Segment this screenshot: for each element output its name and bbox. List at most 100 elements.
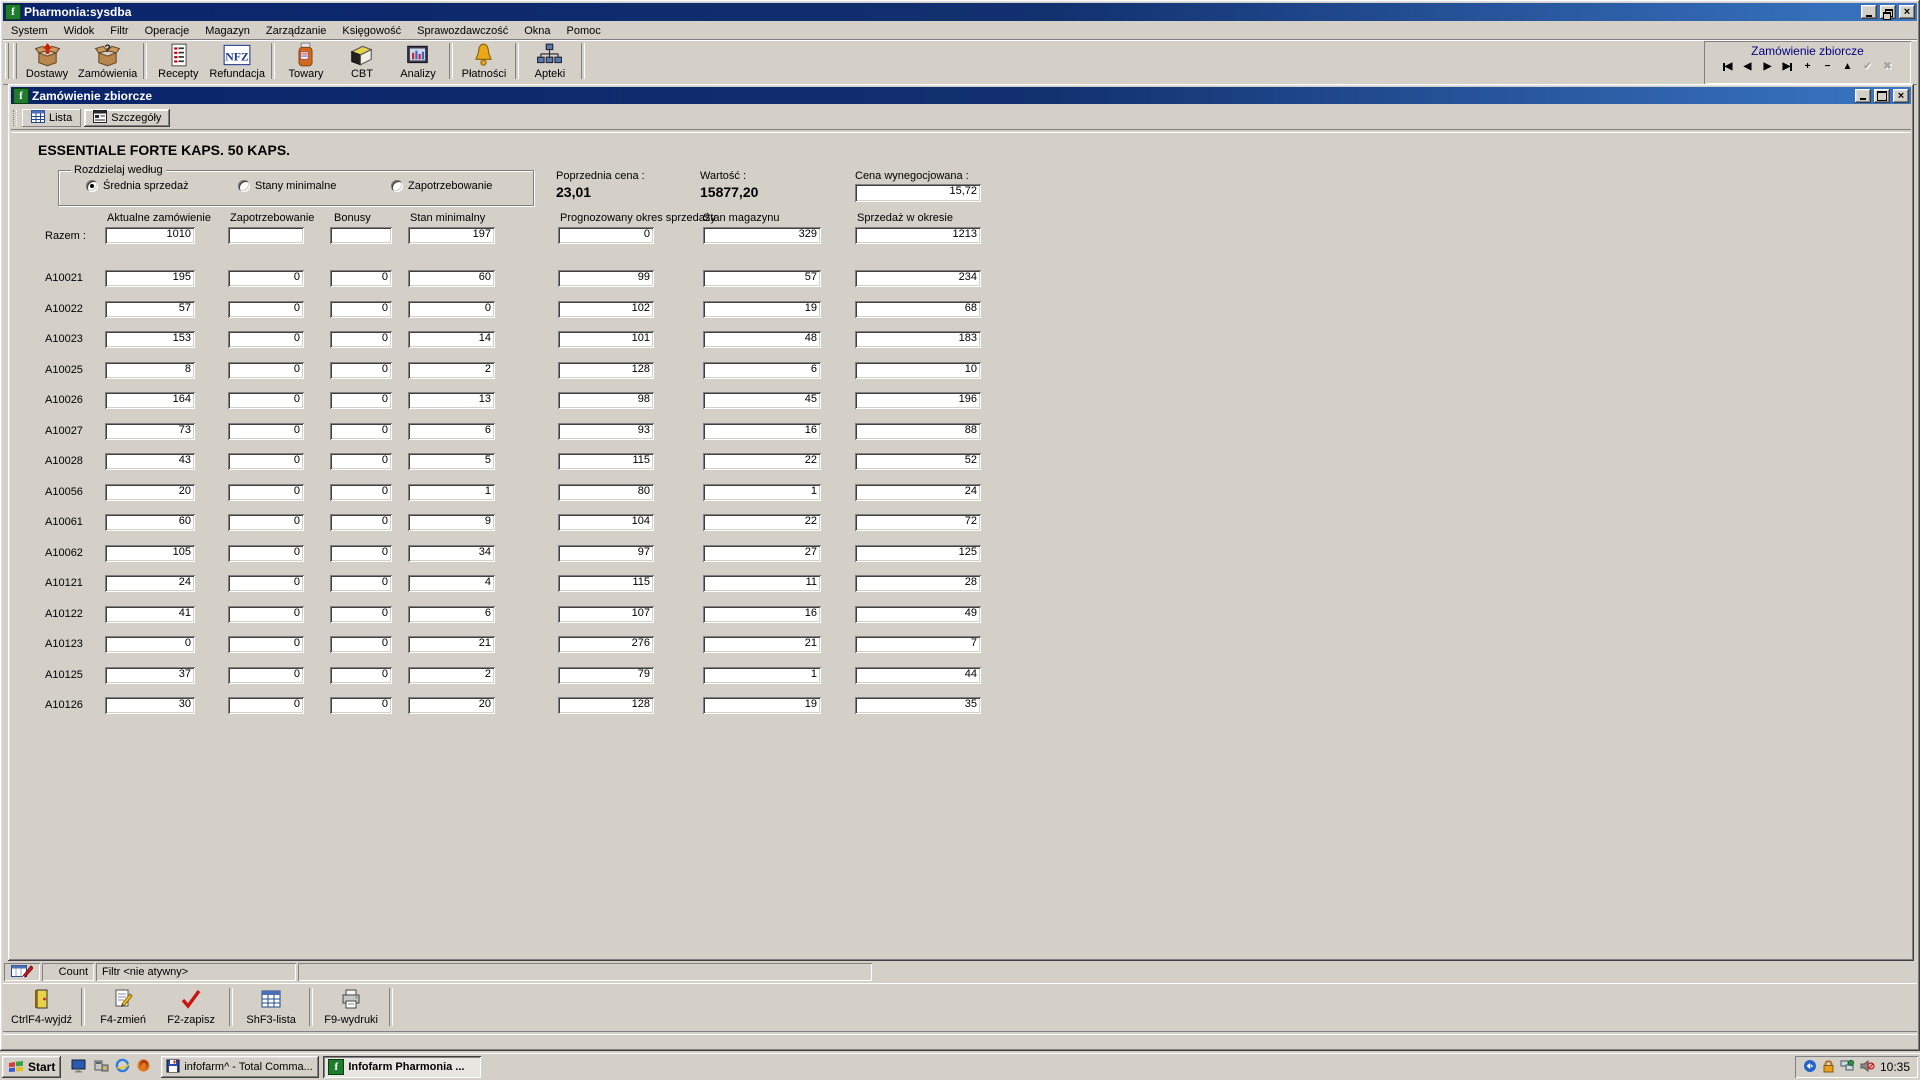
close-button[interactable]: × bbox=[1899, 5, 1915, 19]
cell-zapotrzebowanie[interactable]: 0 bbox=[228, 453, 304, 470]
cell-aktualne-zamowienie[interactable]: 60 bbox=[105, 514, 195, 531]
total-stan-magazynu[interactable]: 329 bbox=[703, 227, 821, 244]
cell-bonusy[interactable]: 0 bbox=[330, 514, 392, 531]
cell-stan-magazynu[interactable]: 16 bbox=[703, 606, 821, 623]
nav-post-button[interactable]: ✔ bbox=[1860, 60, 1876, 73]
cell-stan-magazynu[interactable]: 11 bbox=[703, 575, 821, 592]
cell-sprzedaz-w-okresie[interactable]: 72 bbox=[855, 514, 981, 531]
cell-prognozowany-okres[interactable]: 101 bbox=[558, 331, 654, 348]
cell-stan-magazynu[interactable]: 48 bbox=[703, 331, 821, 348]
cell-sprzedaz-w-okresie[interactable]: 44 bbox=[855, 667, 981, 684]
cell-stan-minimalny[interactable]: 6 bbox=[408, 606, 495, 623]
cell-aktualne-zamowienie[interactable]: 8 bbox=[105, 362, 195, 379]
cell-bonusy[interactable]: 0 bbox=[330, 697, 392, 714]
cell-prognozowany-okres[interactable]: 99 bbox=[558, 270, 654, 287]
menu-magazyn[interactable]: Magazyn bbox=[197, 23, 258, 39]
nav-next-button[interactable]: ▶ bbox=[1760, 60, 1776, 73]
toolbar-button-dostawy[interactable]: Dostawy bbox=[19, 42, 75, 81]
cell-bonusy[interactable]: 0 bbox=[330, 606, 392, 623]
cell-sprzedaz-w-okresie[interactable]: 52 bbox=[855, 453, 981, 470]
cell-prognozowany-okres[interactable]: 98 bbox=[558, 392, 654, 409]
cell-sprzedaz-w-okresie[interactable]: 125 bbox=[855, 545, 981, 562]
cell-bonusy[interactable]: 0 bbox=[330, 270, 392, 287]
nav-last-button[interactable]: ▶ bbox=[1780, 60, 1796, 73]
cell-bonusy[interactable]: 0 bbox=[330, 545, 392, 562]
cell-bonusy[interactable]: 0 bbox=[330, 331, 392, 348]
cell-prognozowany-okres[interactable]: 104 bbox=[558, 514, 654, 531]
cell-sprzedaz-w-okresie[interactable]: 35 bbox=[855, 697, 981, 714]
cell-zapotrzebowanie[interactable]: 0 bbox=[228, 697, 304, 714]
cell-prognozowany-okres[interactable]: 115 bbox=[558, 453, 654, 470]
cell-sprzedaz-w-okresie[interactable]: 88 bbox=[855, 423, 981, 440]
network-status-icon[interactable] bbox=[1840, 1059, 1855, 1076]
cell-stan-magazynu[interactable]: 1 bbox=[703, 484, 821, 501]
ie-icon[interactable] bbox=[115, 1058, 130, 1076]
cell-aktualne-zamowienie[interactable]: 43 bbox=[105, 453, 195, 470]
cell-stan-magazynu[interactable]: 22 bbox=[703, 514, 821, 531]
cell-stan-minimalny[interactable]: 34 bbox=[408, 545, 495, 562]
cell-stan-magazynu[interactable]: 57 bbox=[703, 270, 821, 287]
cell-stan-magazynu[interactable]: 6 bbox=[703, 362, 821, 379]
cell-stan-minimalny[interactable]: 2 bbox=[408, 362, 495, 379]
cell-bonusy[interactable]: 0 bbox=[330, 453, 392, 470]
child-maximize-button[interactable] bbox=[1874, 89, 1890, 103]
cell-zapotrzebowanie[interactable]: 0 bbox=[228, 606, 304, 623]
toolbar-button-analizy[interactable]: Analizy bbox=[390, 42, 446, 81]
menu-widok[interactable]: Widok bbox=[56, 23, 103, 39]
cell-zapotrzebowanie[interactable]: 0 bbox=[228, 270, 304, 287]
radio-srednia-sprzedaz[interactable]: Średnia sprzedaż bbox=[86, 180, 189, 192]
cell-aktualne-zamowienie[interactable]: 105 bbox=[105, 545, 195, 562]
cell-sprzedaz-w-okresie[interactable]: 183 bbox=[855, 331, 981, 348]
cell-zapotrzebowanie[interactable]: 0 bbox=[228, 331, 304, 348]
menu-zarzadzanie[interactable]: Zarządzanie bbox=[258, 23, 335, 39]
cell-stan-magazynu[interactable]: 1 bbox=[703, 667, 821, 684]
nav-cancel-button[interactable]: ✖ bbox=[1880, 60, 1896, 73]
cell-sprzedaz-w-okresie[interactable]: 28 bbox=[855, 575, 981, 592]
cell-bonusy[interactable]: 0 bbox=[330, 301, 392, 318]
cell-aktualne-zamowienie[interactable]: 164 bbox=[105, 392, 195, 409]
total-stan-minimalny[interactable]: 197 bbox=[408, 227, 495, 244]
nav-first-button[interactable]: ◀ bbox=[1720, 60, 1736, 73]
cell-prognozowany-okres[interactable]: 93 bbox=[558, 423, 654, 440]
lock-icon[interactable] bbox=[1822, 1059, 1835, 1076]
cell-sprzedaz-w-okresie[interactable]: 196 bbox=[855, 392, 981, 409]
menu-system[interactable]: System bbox=[3, 23, 56, 39]
firefox-icon[interactable] bbox=[136, 1058, 151, 1076]
toolbar-gripper[interactable] bbox=[13, 43, 17, 79]
cell-stan-minimalny[interactable]: 5 bbox=[408, 453, 495, 470]
cell-zapotrzebowanie[interactable]: 0 bbox=[228, 484, 304, 501]
cell-aktualne-zamowienie[interactable]: 73 bbox=[105, 423, 195, 440]
negotiated-price-field[interactable]: 15,72 bbox=[855, 184, 981, 202]
exit-button[interactable]: CtrlF4-wyjdź bbox=[6, 987, 77, 1027]
cell-aktualne-zamowienie[interactable]: 57 bbox=[105, 301, 195, 318]
cell-stan-minimalny[interactable]: 20 bbox=[408, 697, 495, 714]
menu-filtr[interactable]: Filtr bbox=[102, 23, 136, 39]
cell-prognozowany-okres[interactable]: 102 bbox=[558, 301, 654, 318]
cell-bonusy[interactable]: 0 bbox=[330, 667, 392, 684]
toolbar-gripper[interactable] bbox=[5, 43, 9, 79]
cell-aktualne-zamowienie[interactable]: 41 bbox=[105, 606, 195, 623]
total-zapotrzebowanie[interactable] bbox=[228, 227, 304, 244]
total-bonusy[interactable] bbox=[330, 227, 392, 244]
toolbar-button-cbt[interactable]: CBT bbox=[334, 42, 390, 81]
start-button[interactable]: Start bbox=[2, 1056, 61, 1078]
save-button[interactable]: F2-zapisz bbox=[157, 987, 225, 1027]
cell-prognozowany-okres[interactable]: 80 bbox=[558, 484, 654, 501]
total-prognozowany-okres[interactable]: 0 bbox=[558, 227, 654, 244]
cell-prognozowany-okres[interactable]: 128 bbox=[558, 697, 654, 714]
cell-bonusy[interactable]: 0 bbox=[330, 575, 392, 592]
toolbar-button-zamowienia[interactable]: ? Zamówienia bbox=[75, 42, 140, 81]
cell-bonusy[interactable]: 0 bbox=[330, 362, 392, 379]
cell-sprzedaz-w-okresie[interactable]: 10 bbox=[855, 362, 981, 379]
cell-stan-minimalny[interactable]: 14 bbox=[408, 331, 495, 348]
toolbar-button-towary[interactable]: Towary bbox=[278, 42, 334, 81]
toolbar-button-apteki[interactable]: Apteki bbox=[522, 42, 578, 81]
menu-okna[interactable]: Okna bbox=[516, 23, 558, 39]
cell-bonusy[interactable]: 0 bbox=[330, 636, 392, 653]
tab-szczegoly[interactable]: Szczegóły bbox=[84, 109, 170, 127]
cell-zapotrzebowanie[interactable]: 0 bbox=[228, 423, 304, 440]
cell-aktualne-zamowienie[interactable]: 30 bbox=[105, 697, 195, 714]
cell-bonusy[interactable]: 0 bbox=[330, 484, 392, 501]
printouts-button[interactable]: F9-wydruki bbox=[317, 987, 385, 1027]
cell-prognozowany-okres[interactable]: 107 bbox=[558, 606, 654, 623]
